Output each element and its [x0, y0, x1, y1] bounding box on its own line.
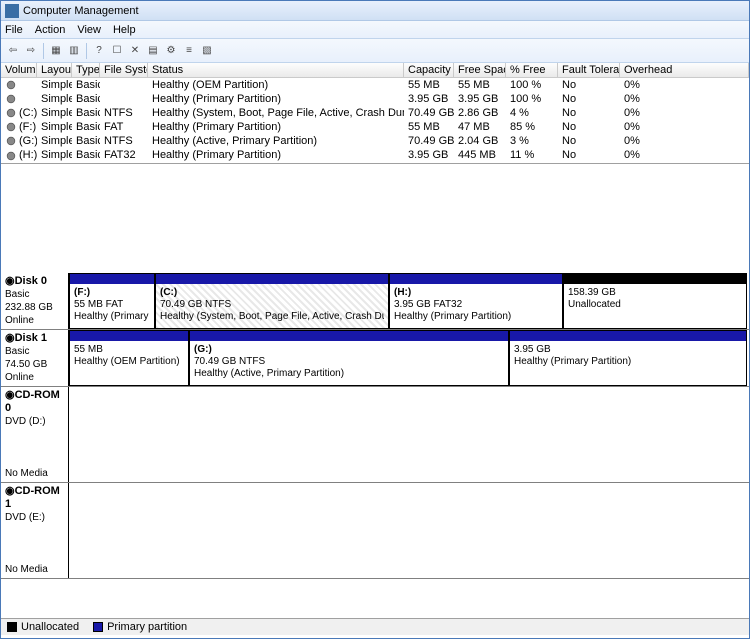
- partition-header: [190, 331, 508, 341]
- partition-body: 158.39 GBUnallocated: [564, 284, 746, 328]
- partition[interactable]: 3.95 GBHealthy (Primary Partition): [509, 330, 747, 386]
- volume-row[interactable]: (H:)SimpleBasicFAT32Healthy (Primary Par…: [1, 148, 749, 162]
- disk-icon: [7, 95, 15, 103]
- partition-body: (C:)70.49 GB NTFSHealthy (System, Boot, …: [156, 284, 388, 328]
- disk-icon: [7, 123, 15, 131]
- disk-parts: [69, 483, 749, 578]
- partition-header: [510, 331, 746, 341]
- partition-body: 55 MBHealthy (OEM Partition): [70, 341, 188, 385]
- partition-body: 3.95 GBHealthy (Primary Partition): [510, 341, 746, 385]
- menu-action[interactable]: Action: [35, 24, 66, 36]
- partition-body: (F:)55 MB FATHealthy (Primary Parti: [70, 284, 154, 328]
- toolbar: ⇦ ⇨ ▦ ▥ ? ☐ ✕ ▤ ⚙ ≡ ▧: [1, 39, 749, 63]
- titlebar[interactable]: Computer Management: [1, 1, 749, 21]
- disks-graphical: ◉Disk 0Basic232.88 GBOnline(F:)55 MB FAT…: [1, 273, 749, 579]
- menu-file[interactable]: File: [5, 24, 23, 36]
- disk-parts: [69, 387, 749, 482]
- col-status[interactable]: Status: [148, 63, 404, 78]
- legend-primary: Primary partition: [93, 621, 187, 633]
- partition-header: [70, 331, 188, 341]
- app-icon: [5, 4, 19, 18]
- disk-icon: [7, 81, 15, 89]
- menu-view[interactable]: View: [77, 24, 101, 36]
- col-pctfree[interactable]: % Free: [506, 63, 558, 78]
- partition[interactable]: (F:)55 MB FATHealthy (Primary Parti: [69, 273, 155, 329]
- partition[interactable]: (H:)3.95 GB FAT32Healthy (Primary Partit…: [389, 273, 563, 329]
- partition-header: [390, 274, 562, 284]
- col-layout[interactable]: Layout: [37, 63, 72, 78]
- list-button[interactable]: ≡: [181, 43, 197, 59]
- partition[interactable]: 55 MBHealthy (OEM Partition): [69, 330, 189, 386]
- volumes-header: Volume Layout Type File System Status Ca…: [1, 63, 749, 78]
- col-volume[interactable]: Volume: [1, 63, 37, 78]
- legend: Unallocated Primary partition: [1, 618, 749, 635]
- partition-body: (G:)70.49 GB NTFSHealthy (Active, Primar…: [190, 341, 508, 385]
- partition[interactable]: (C:)70.49 GB NTFSHealthy (System, Boot, …: [155, 273, 389, 329]
- partition-body: (H:)3.95 GB FAT32Healthy (Primary Partit…: [390, 284, 562, 328]
- disk-row: ◉CD-ROM 0DVD (D:)No Media: [1, 387, 749, 483]
- mount-button[interactable]: ▤: [145, 43, 161, 59]
- disk-icon: [7, 151, 15, 159]
- col-type[interactable]: Type: [72, 63, 100, 78]
- help-button[interactable]: ?: [91, 43, 107, 59]
- volume-row[interactable]: SimpleBasicHealthy (OEM Partition)55 MB5…: [1, 78, 749, 92]
- back-button[interactable]: ⇦: [5, 43, 21, 59]
- disk-row: ◉CD-ROM 1DVD (E:)No Media: [1, 483, 749, 579]
- settings-button[interactable]: ⚙: [163, 43, 179, 59]
- disk-row: ◉Disk 0Basic232.88 GBOnline(F:)55 MB FAT…: [1, 273, 749, 330]
- partition-header: [70, 274, 154, 284]
- volume-row[interactable]: (F:)SimpleBasicFATHealthy (Primary Parti…: [1, 120, 749, 134]
- disk-info[interactable]: ◉CD-ROM 1DVD (E:)No Media: [1, 483, 69, 578]
- window-title: Computer Management: [23, 5, 139, 17]
- col-fault[interactable]: Fault Tolerance: [558, 63, 620, 78]
- disk-info[interactable]: ◉Disk 0Basic232.88 GBOnline: [1, 273, 69, 329]
- disk-parts: 55 MBHealthy (OEM Partition)(G:)70.49 GB…: [69, 330, 749, 386]
- col-capacity[interactable]: Capacity: [404, 63, 454, 78]
- disk-icon: [7, 109, 15, 117]
- menu-help[interactable]: Help: [113, 24, 136, 36]
- tree-button[interactable]: ▥: [66, 43, 82, 59]
- volumes-table: Volume Layout Type File System Status Ca…: [1, 63, 749, 164]
- extra-button[interactable]: ▧: [199, 43, 215, 59]
- col-filesystem[interactable]: File System: [100, 63, 148, 78]
- disk-icon: [7, 137, 15, 145]
- disk-info[interactable]: ◉CD-ROM 0DVD (D:)No Media: [1, 387, 69, 482]
- disk-info[interactable]: ◉Disk 1Basic74.50 GBOnline: [1, 330, 69, 386]
- volume-row[interactable]: (C:)SimpleBasicNTFSHealthy (System, Boot…: [1, 106, 749, 120]
- partition-header: [564, 274, 746, 284]
- legend-unalloc: Unallocated: [7, 621, 79, 633]
- forward-button[interactable]: ⇨: [23, 43, 39, 59]
- menubar: File Action View Help: [1, 21, 749, 39]
- delete-button[interactable]: ✕: [127, 43, 143, 59]
- col-freespace[interactable]: Free Space: [454, 63, 506, 78]
- col-overhead[interactable]: Overhead: [620, 63, 749, 78]
- disk-row: ◉Disk 1Basic74.50 GBOnline55 MBHealthy (…: [1, 330, 749, 387]
- disk-parts: (F:)55 MB FATHealthy (Primary Parti(C:)7…: [69, 273, 749, 329]
- volume-row[interactable]: SimpleBasicHealthy (Primary Partition)3.…: [1, 92, 749, 106]
- partition-header: [156, 274, 388, 284]
- properties-button[interactable]: ☐: [109, 43, 125, 59]
- refresh-button[interactable]: ▦: [48, 43, 64, 59]
- volume-row[interactable]: (G:)SimpleBasicNTFSHealthy (Active, Prim…: [1, 134, 749, 148]
- partition[interactable]: 158.39 GBUnallocated: [563, 273, 747, 329]
- partition[interactable]: (G:)70.49 GB NTFSHealthy (Active, Primar…: [189, 330, 509, 386]
